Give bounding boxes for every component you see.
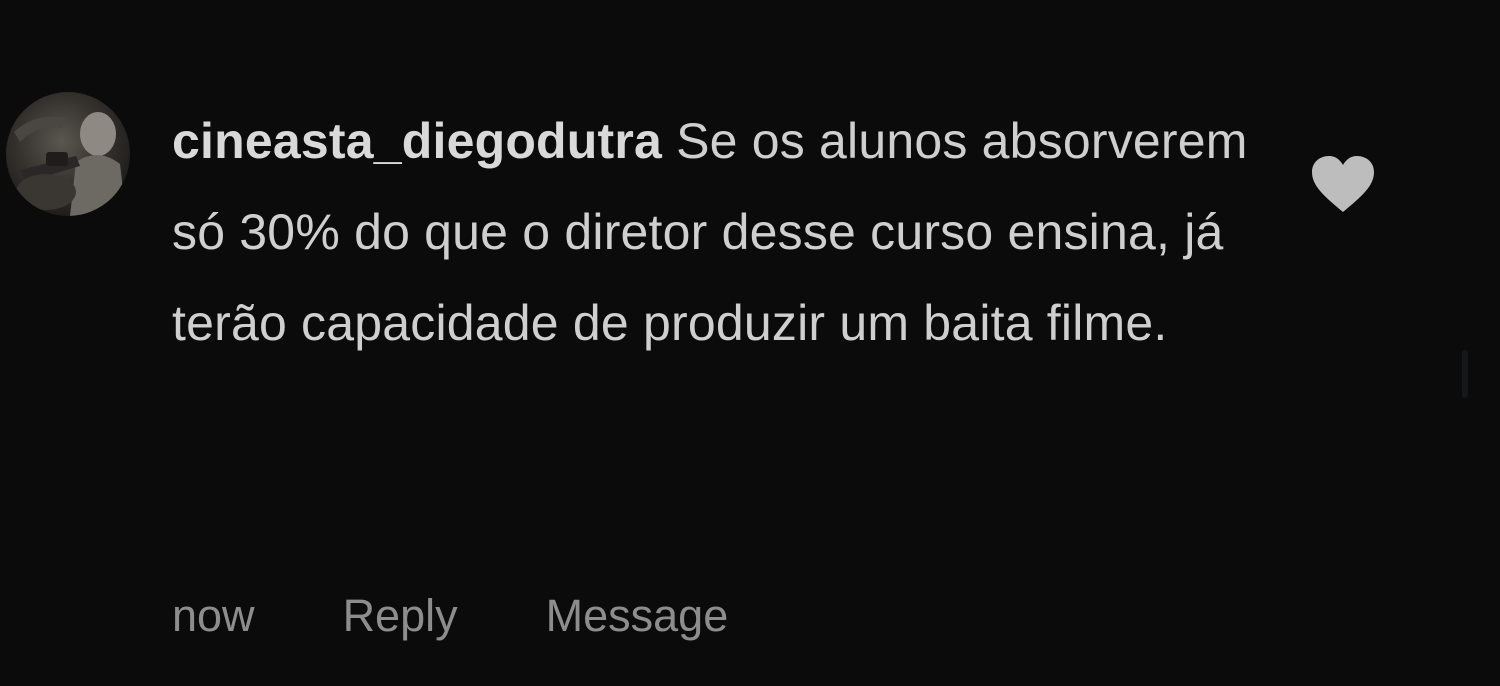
comment-content: cineasta_diegodutra Se os alunos absorver… — [172, 96, 1252, 369]
comment-timestamp: now — [172, 590, 255, 641]
comment-body: cineasta_diegodutra Se os alunos absorver… — [172, 96, 1252, 369]
avatar-photo-icon — [14, 112, 126, 216]
scrollbar[interactable] — [1462, 350, 1468, 398]
heart-icon[interactable] — [1312, 156, 1374, 214]
comment-item: cineasta_diegodutra Se os alunos absorver… — [0, 0, 1500, 686]
message-button[interactable]: Message — [546, 590, 729, 642]
reply-button[interactable]: Reply — [343, 590, 458, 642]
comment-username[interactable]: cineasta_diegodutra — [172, 113, 662, 169]
comment-actions: now Reply Message — [172, 590, 728, 642]
avatar[interactable] — [6, 92, 130, 216]
